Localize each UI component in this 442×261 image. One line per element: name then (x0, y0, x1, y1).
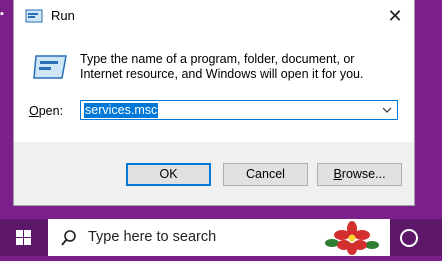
start-button[interactable] (0, 219, 48, 256)
taskbar: Type here to search (0, 219, 442, 256)
title-bar[interactable]: Run ✕ (14, 0, 414, 33)
dialog-title: Run (51, 8, 75, 23)
browse-button[interactable]: Browse... (317, 163, 402, 186)
search-icon (61, 230, 76, 246)
desktop-icon-hint: ▪ (0, 8, 4, 20)
run-dialog: Run ✕ Type the name of a program, folder… (14, 0, 414, 205)
close-button[interactable]: ✕ (384, 5, 406, 27)
cancel-button[interactable]: Cancel (223, 163, 308, 186)
open-label: Open: (29, 104, 64, 118)
poinsettia-icon (325, 221, 379, 255)
close-icon: ✕ (387, 6, 403, 26)
run-icon (33, 55, 67, 79)
description-text: Type the name of a program, folder, docu… (80, 52, 364, 81)
open-input-value[interactable]: services.msc (84, 103, 159, 118)
search-placeholder: Type here to search (88, 229, 217, 245)
run-icon (25, 9, 43, 23)
chevron-down-icon[interactable] (381, 102, 393, 118)
open-combobox[interactable]: services.msc (80, 100, 398, 120)
windows-logo-icon (16, 230, 31, 245)
ok-button[interactable]: OK (126, 163, 211, 186)
taskbar-search[interactable]: Type here to search (48, 219, 390, 256)
cortana-icon[interactable] (400, 229, 418, 247)
